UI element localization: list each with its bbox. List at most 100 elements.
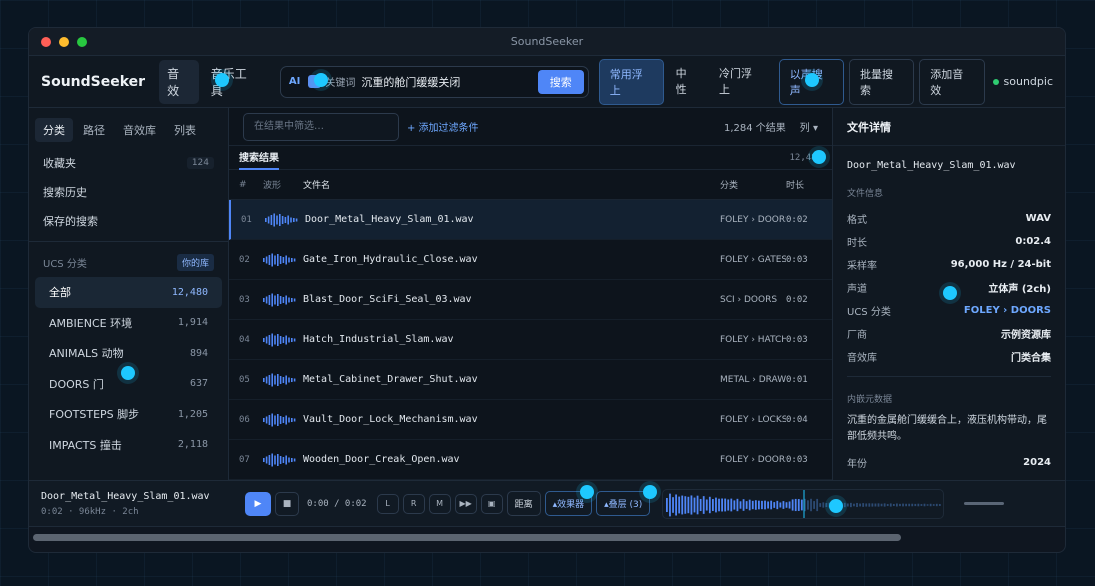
sidebar: 分类 路径 音效库 列表 收藏夹 124 搜索历史 保存的搜索 UCS 分类 你… bbox=[29, 108, 229, 480]
search-button[interactable]: 搜索 bbox=[537, 69, 584, 94]
col-name[interactable]: 文件名 bbox=[303, 178, 720, 191]
detail-key: 声道 bbox=[847, 284, 867, 295]
detail-value[interactable]: FOLEY › DOORS bbox=[964, 305, 1051, 316]
row-number: 06 bbox=[239, 414, 250, 425]
row-number: 03 bbox=[239, 294, 250, 305]
row-category: FOLEY › DOORS bbox=[720, 214, 786, 225]
category-footsteps[interactable]: FOOTSTEPS 脚步 1,205 bbox=[35, 399, 222, 430]
row-duration: 0:03 bbox=[786, 254, 808, 265]
status-bar bbox=[29, 526, 1065, 544]
ucs-heading: UCS 分类 你的库 bbox=[29, 248, 228, 277]
stop-icon: ■ bbox=[282, 498, 292, 509]
now-playing: Door_Metal_Heavy_Slam_01.wav 0:02 · 96kH… bbox=[41, 491, 245, 517]
status-dot-icon bbox=[992, 78, 999, 85]
row-filename: Gate_Iron_Hydraulic_Close.wav bbox=[303, 254, 478, 265]
add-sfx-button[interactable]: 添加音效 bbox=[919, 58, 985, 105]
layers-button[interactable]: ▴叠层 (3) bbox=[596, 491, 651, 516]
detail-row: 音效库 门类合集 bbox=[847, 345, 1051, 368]
sidebar-item-history[interactable]: 搜索历史 bbox=[29, 177, 228, 206]
category-label: AMBIENCE 环境 bbox=[49, 316, 133, 330]
add-filter-link[interactable]: + 添加过滤条件 bbox=[407, 119, 479, 134]
category-count: 2,118 bbox=[177, 439, 208, 451]
fast-forward-button[interactable]: ▶▶ bbox=[454, 493, 477, 514]
tab-path[interactable]: 路径 bbox=[75, 118, 113, 142]
tab-search-results[interactable]: 搜索结果 bbox=[239, 145, 279, 170]
details-filename: Door_Metal_Heavy_Slam_01.wav bbox=[847, 160, 1016, 171]
filter-bar: + 添加过滤条件 1,284 个结果 列 ▾ bbox=[229, 108, 832, 146]
main-area: 分类 路径 音效库 列表 收藏夹 124 搜索历史 保存的搜索 UCS 分类 你… bbox=[29, 108, 1065, 480]
tab-category[interactable]: 分类 bbox=[35, 118, 73, 142]
waveform-scrubber[interactable] bbox=[662, 488, 945, 519]
loop-button[interactable]: ▣ bbox=[480, 493, 503, 514]
nav-sfx[interactable]: 音效 bbox=[159, 59, 199, 104]
row-duration: 0:03 bbox=[786, 454, 808, 465]
detail-key: 时长 bbox=[847, 238, 867, 249]
nav-music-tools[interactable]: 音乐工具 bbox=[203, 60, 266, 104]
touch-indicator bbox=[805, 73, 819, 87]
touch-indicator bbox=[121, 366, 135, 380]
table-row[interactable]: 06 Vault_Door_Lock_Mechanism.wav FOLEY › L… bbox=[229, 400, 832, 440]
playback-time: 0:00 / 0:02 bbox=[307, 498, 367, 509]
row-category: METAL › DRAWER bbox=[720, 374, 786, 385]
distance-button[interactable]: 距离 bbox=[506, 491, 541, 516]
category-impacts[interactable]: IMPACTS 撞击 2,118 bbox=[35, 430, 222, 461]
table-row[interactable]: 07 Wooden_Door_Creak_Open.wav FOLEY › DOOR… bbox=[229, 440, 832, 480]
detail-row: UCS 分类 FOLEY › DOORS bbox=[847, 299, 1051, 322]
rank-popular[interactable]: 常用浮上 bbox=[598, 58, 664, 105]
stop-button[interactable]: ■ bbox=[275, 491, 299, 516]
left-channel-button[interactable]: L bbox=[376, 493, 399, 514]
brand-logo: SoundSeeker bbox=[41, 73, 146, 90]
chevron-down-icon: ▾ bbox=[812, 123, 818, 134]
detail-row: 采样率 96,000 Hz / 24-bit bbox=[847, 253, 1051, 276]
detail-value: WAV bbox=[1025, 213, 1051, 224]
table-row[interactable]: 03 Blast_Door_SciFi_Seal_03.wav SCI › DOOR… bbox=[229, 280, 832, 320]
batch-search-button[interactable]: 批量搜索 bbox=[849, 58, 915, 105]
category-label: DOORS 门 bbox=[49, 377, 104, 391]
tab-list[interactable]: 列表 bbox=[166, 118, 204, 142]
metadata-heading: 内嵌元数据 bbox=[847, 395, 893, 405]
touch-indicator bbox=[812, 150, 826, 164]
now-playing-info: 0:02 · 96kHz · 2ch bbox=[41, 506, 139, 517]
waveform-icon bbox=[263, 451, 303, 469]
tab-library[interactable]: 音效库 bbox=[115, 118, 164, 142]
row-number: 01 bbox=[241, 214, 252, 225]
table-row[interactable]: 05 Metal_Cabinet_Drawer_Shut.wav METAL › D… bbox=[229, 360, 832, 400]
category-ambience[interactable]: AMBIENCE 环境 1,914 bbox=[35, 308, 222, 339]
columns-menu[interactable]: 列 ▾ bbox=[800, 119, 818, 134]
sidebar-item-favorites[interactable]: 收藏夹 124 bbox=[29, 148, 228, 177]
detail-key: 格式 bbox=[847, 215, 867, 226]
category-label: ANIMALS 动物 bbox=[49, 347, 124, 361]
table-row[interactable]: 01 Door_Metal_Heavy_Slam_01.wav FOLEY › DO… bbox=[229, 200, 832, 240]
player-bar: Door_Metal_Heavy_Slam_01.wav 0:02 · 96kH… bbox=[29, 480, 1065, 526]
row-category: FOLEY › DOORS bbox=[720, 454, 786, 465]
play-button[interactable]: ▶ bbox=[245, 491, 271, 516]
app-window: SoundSeeker SoundSeeker 音效 音乐工具 AI 关键词 搜… bbox=[28, 27, 1066, 553]
row-duration: 0:03 bbox=[786, 334, 808, 345]
col-cat[interactable]: 分类 bbox=[720, 178, 786, 191]
mono-button[interactable]: M bbox=[428, 493, 451, 514]
row-number: 04 bbox=[239, 334, 250, 345]
ai-mode-label[interactable]: AI bbox=[289, 76, 300, 87]
col-dur[interactable]: 时长 bbox=[786, 178, 832, 191]
rank-neutral[interactable]: 中性 bbox=[666, 59, 707, 105]
right-channel-button[interactable]: R bbox=[402, 493, 425, 514]
category-all[interactable]: 全部 12,480 bbox=[35, 277, 222, 308]
touch-indicator bbox=[314, 73, 328, 87]
status-label: soundpic bbox=[1003, 75, 1053, 88]
table-row[interactable]: 04 Hatch_Industrial_Slam.wav FOLEY › HATCH… bbox=[229, 320, 832, 360]
connection-status: soundpic bbox=[992, 75, 1053, 88]
sidebar-item-saved-searches[interactable]: 保存的搜索 bbox=[29, 206, 228, 235]
waveform-icon bbox=[263, 371, 303, 389]
sidebar-item-label: 收藏夹 bbox=[43, 156, 76, 170]
detail-value: 96,000 Hz / 24-bit bbox=[950, 259, 1051, 270]
your-library-badge[interactable]: 你的库 bbox=[176, 254, 214, 271]
horizontal-scrollbar[interactable] bbox=[33, 534, 901, 541]
volume-slider[interactable] bbox=[964, 502, 1005, 505]
detail-key: 年份 bbox=[847, 459, 867, 470]
category-animals[interactable]: ANIMALS 动物 894 bbox=[35, 338, 222, 369]
rank-rare[interactable]: 冷门浮上 bbox=[709, 59, 772, 105]
filter-input[interactable] bbox=[243, 112, 399, 141]
col-num: # bbox=[239, 179, 247, 190]
search-input[interactable] bbox=[361, 75, 538, 88]
table-row[interactable]: 02 Gate_Iron_Hydraulic_Close.wav FOLEY › G… bbox=[229, 240, 832, 280]
